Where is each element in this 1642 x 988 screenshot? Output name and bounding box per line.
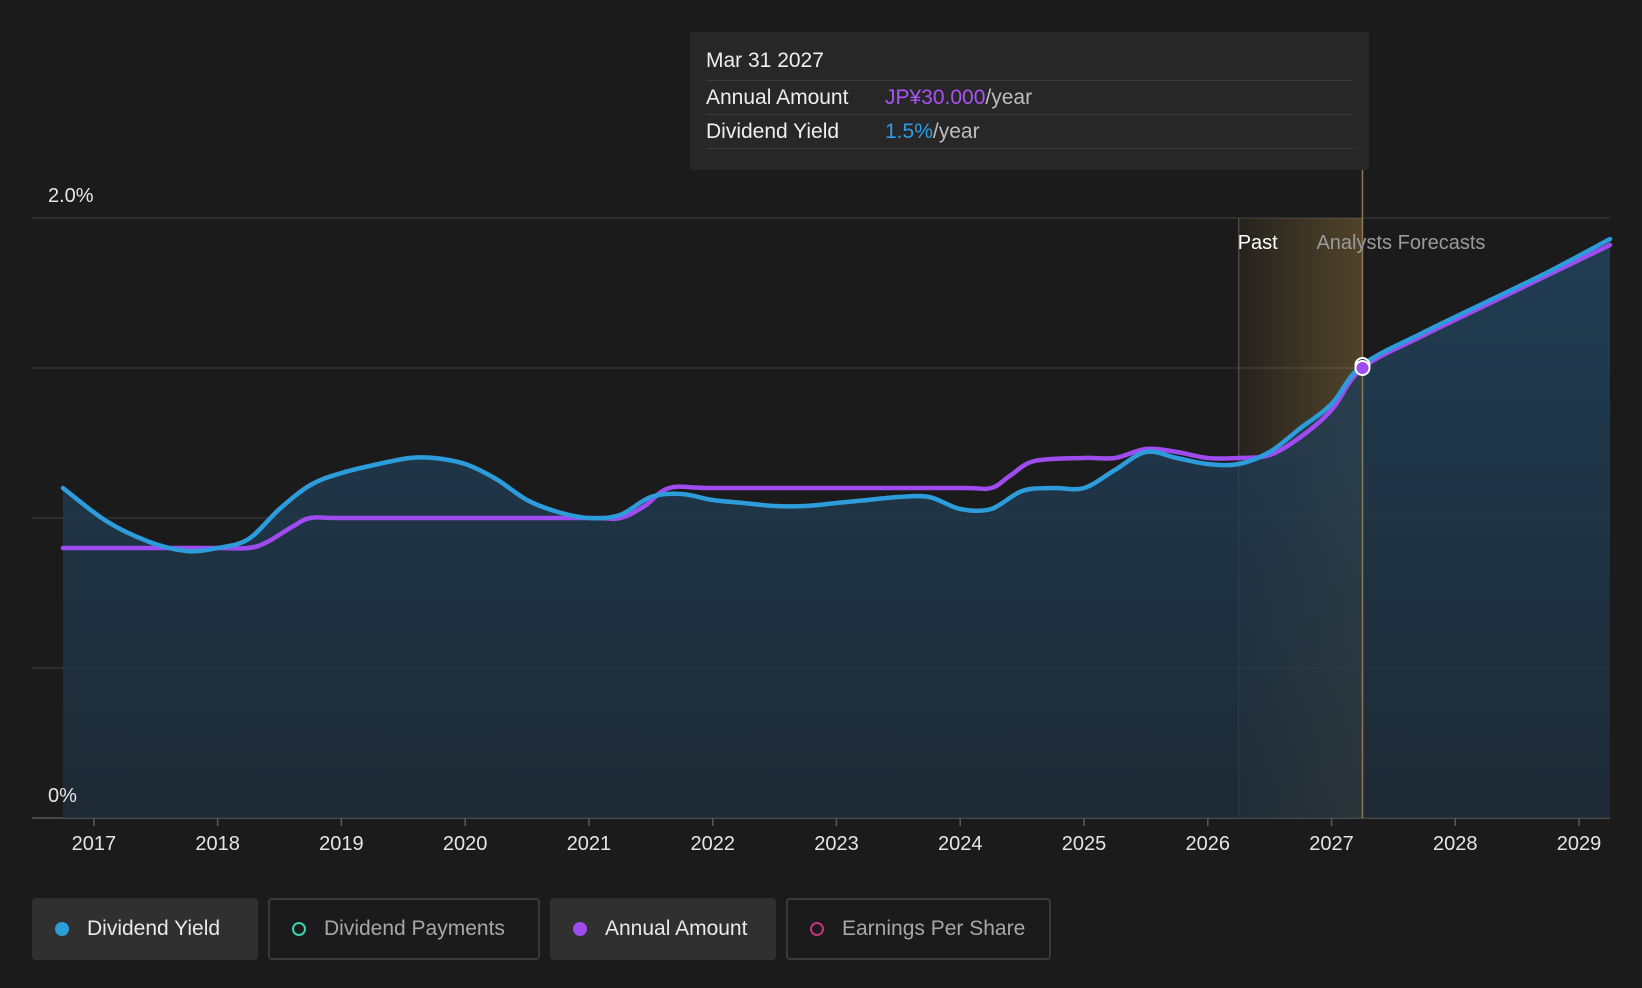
tooltip-value: JP¥30.000 (885, 86, 986, 109)
past-label: Past (1238, 232, 1278, 254)
x-tick-label: 2021 (567, 833, 612, 855)
tooltip-label: Annual Amount (706, 86, 849, 109)
legend-annual-amount-button[interactable]: Annual Amount (550, 898, 776, 960)
x-tick-label: 2017 (72, 833, 117, 855)
annual-amount-marker (1354, 360, 1371, 376)
y-tick-label: 0% (48, 785, 77, 807)
x-tick-label: 2024 (938, 833, 983, 855)
tooltip: Mar 31 2027 Annual Amount JP¥30.000/year… (690, 32, 1369, 170)
tooltip-row-dividend-yield: Dividend Yield 1.5%/year (706, 115, 1353, 149)
tooltip-row-annual-amount: Annual Amount JP¥30.000/year (706, 81, 1353, 115)
x-tick-label: 2025 (1062, 833, 1107, 855)
legend-label: Annual Amount (605, 917, 748, 940)
legend: Dividend Yield Dividend Payments Annual … (32, 898, 1051, 960)
dividend-yield-area (62, 239, 1611, 818)
y-tick-label: 2.0% (48, 185, 94, 207)
hollow-circle-icon (810, 922, 824, 936)
tooltip-label: Dividend Yield (706, 120, 840, 143)
x-tick-label: 2027 (1309, 833, 1354, 855)
legend-label: Dividend Payments (324, 917, 505, 940)
x-tick-label: 2029 (1557, 833, 1602, 855)
legend-label: Dividend Yield (87, 917, 221, 940)
x-tick-label: 2023 (814, 833, 859, 855)
tooltip-unit: /year (932, 120, 980, 143)
legend-earnings-per-share-button[interactable]: Earnings Per Share (786, 898, 1051, 960)
x-tick-label: 2026 (1186, 833, 1231, 855)
legend-label: Earnings Per Share (842, 917, 1026, 940)
x-tick-label: 2028 (1433, 833, 1478, 855)
forecast-label: Analysts Forecasts (1316, 232, 1485, 254)
legend-dividend-payments-button[interactable]: Dividend Payments (268, 898, 540, 960)
x-tick-label: 2020 (443, 833, 488, 855)
x-tick-label: 2018 (195, 833, 240, 855)
legend-dividend-yield-button[interactable]: Dividend Yield (32, 898, 258, 960)
tooltip-unit: /year (985, 86, 1033, 109)
hollow-circle-icon (292, 922, 306, 936)
filled-circle-icon (573, 922, 587, 936)
tooltip-date: Mar 31 2027 (706, 46, 1353, 81)
x-tick-label: 2019 (319, 833, 364, 855)
filled-circle-icon (55, 922, 69, 936)
tooltip-value: 1.5% (885, 120, 933, 143)
x-tick-label: 2022 (690, 833, 735, 855)
